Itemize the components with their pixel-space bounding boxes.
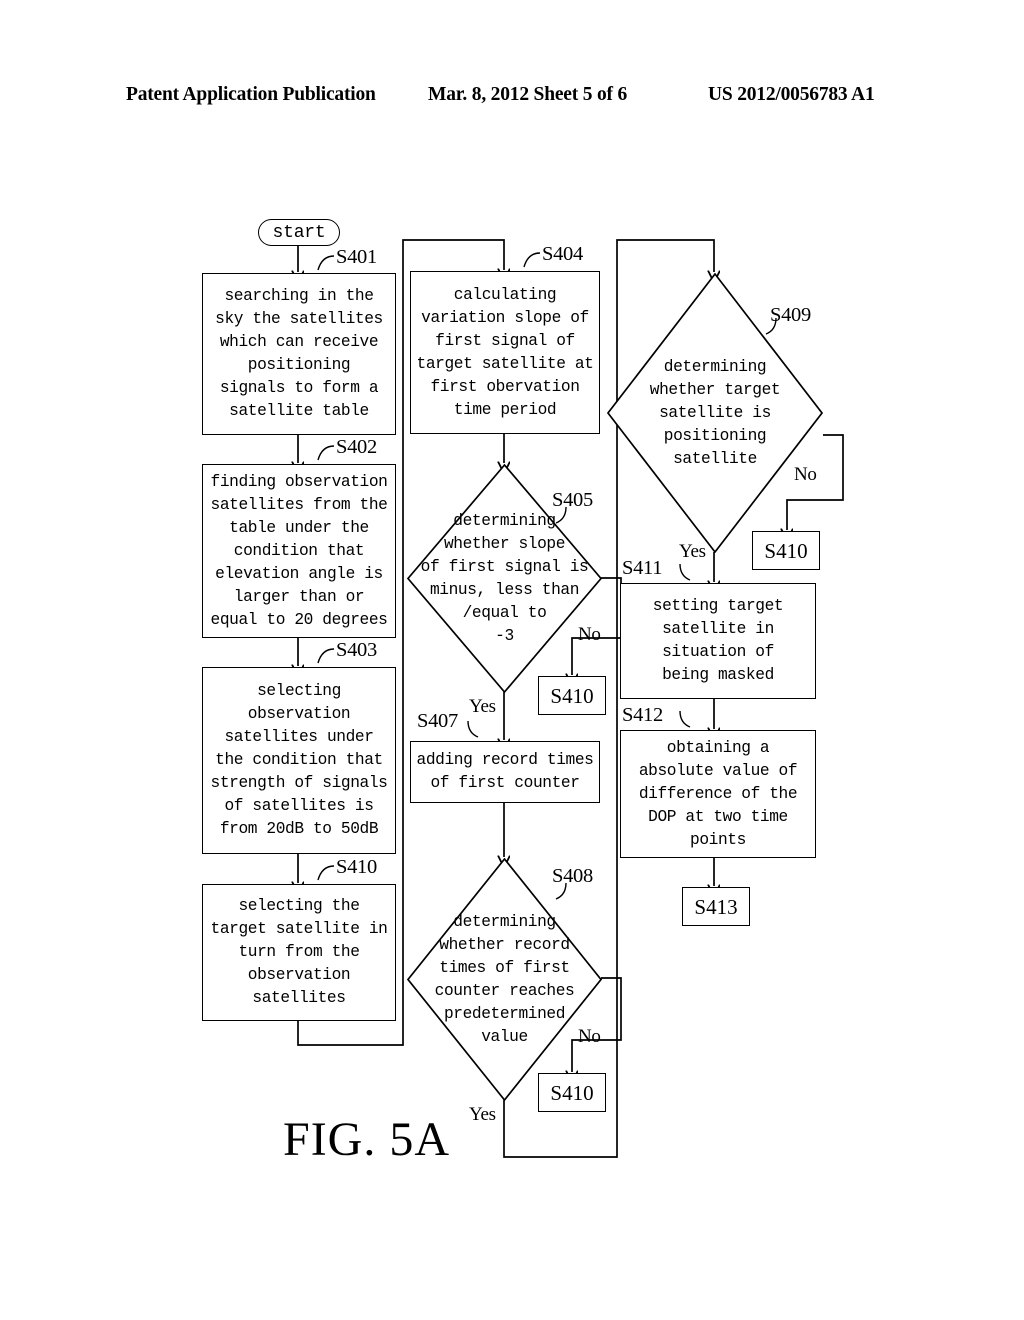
step-ref-s407: S407: [417, 710, 458, 732]
flow-node-s403-text: selecting observation satellites under t…: [210, 682, 388, 838]
flow-node-s413-text: S413: [694, 894, 738, 919]
flow-node-s402-text: finding observation satellites from the …: [210, 472, 388, 629]
flow-node-s403[interactable]: selecting observation satellites under t…: [202, 667, 396, 854]
flow-node-s404[interactable]: calculating variation slope of first sig…: [410, 271, 600, 434]
step-ref-s412: S412: [622, 704, 663, 726]
edge-label-s409-no: No: [794, 464, 817, 485]
flow-node-s410-left[interactable]: selecting the target satellite in turn f…: [202, 884, 396, 1021]
flow-node-s404-text: calculating variation slope of first sig…: [416, 285, 594, 419]
flow-node-s405-no-target[interactable]: S410: [538, 676, 606, 715]
flow-node-s407-text: adding record times of first counter: [416, 751, 594, 792]
flow-node-s408[interactable]: determining whether record times of firs…: [406, 857, 603, 1102]
edge-label-s405-no: No: [578, 624, 601, 645]
edge-label-s408-no: No: [578, 1026, 601, 1047]
flow-node-s413[interactable]: S413: [682, 887, 750, 926]
flow-node-s412[interactable]: obtaining a absolute value of difference…: [620, 730, 816, 858]
step-ref-s402: S402: [336, 436, 377, 458]
flow-node-s409-no-target[interactable]: S410: [752, 531, 820, 570]
flow-node-s410-left-text: selecting the target satellite in turn f…: [210, 897, 388, 1007]
step-ref-s410-left: S410: [336, 856, 377, 878]
flow-node-s402[interactable]: finding observation satellites from the …: [202, 464, 396, 638]
flow-node-s405-no-target-text: S410: [550, 683, 594, 708]
flow-node-s408-no-target-text: S410: [550, 1080, 594, 1105]
flow-node-s401[interactable]: searching in the sky the satellites whic…: [202, 273, 396, 435]
flow-node-s411-text: setting target satellite in situation of…: [652, 597, 784, 684]
step-ref-s404: S404: [542, 243, 583, 265]
edge-label-s408-yes: Yes: [469, 1104, 496, 1125]
flow-node-s412-text: obtaining a absolute value of difference…: [638, 738, 798, 849]
flow-node-start-label: start: [272, 222, 326, 243]
step-ref-s401: S401: [336, 246, 377, 268]
flow-node-s407[interactable]: adding record times of first counter: [410, 741, 600, 803]
flow-node-s411[interactable]: setting target satellite in situation of…: [620, 583, 816, 699]
flow-node-s409-no-target-text: S410: [764, 538, 808, 563]
flow-node-s401-text: searching in the sky the satellites whic…: [215, 287, 383, 420]
step-ref-s403: S403: [336, 639, 377, 661]
flow-node-start[interactable]: start: [258, 219, 340, 246]
edge-label-s409-yes: Yes: [679, 541, 706, 562]
edge-label-s405-yes: Yes: [469, 696, 496, 717]
step-ref-s409: S409: [770, 304, 811, 326]
figure-caption: FIG. 5A: [283, 1113, 451, 1166]
step-ref-s411: S411: [622, 557, 663, 579]
step-ref-s405: S405: [552, 489, 593, 511]
flow-node-s408-shape: [406, 857, 603, 1102]
step-ref-s408: S408: [552, 865, 593, 887]
flow-node-s408-no-target[interactable]: S410: [538, 1073, 606, 1112]
